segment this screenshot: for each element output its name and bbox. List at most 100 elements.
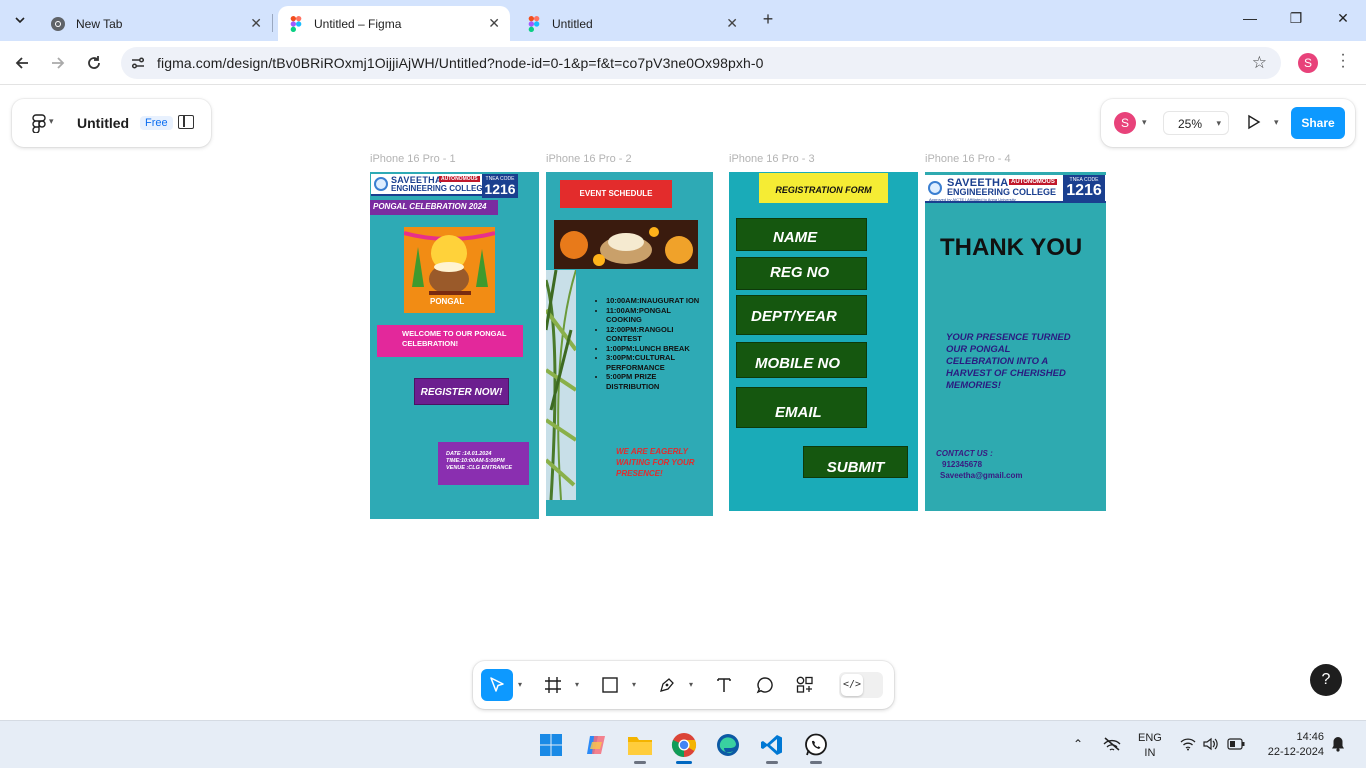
language-line1: ENG bbox=[1138, 732, 1162, 744]
sugarcane-leaves-image bbox=[546, 270, 576, 500]
file-name[interactable]: Untitled bbox=[77, 115, 129, 131]
chevron-down-icon[interactable]: ▾ bbox=[575, 680, 579, 689]
windows-logo-icon bbox=[540, 734, 562, 756]
contact-email: Saveetha@gmail.com bbox=[940, 471, 1023, 480]
wifi-icon[interactable] bbox=[1180, 737, 1196, 754]
figma-menu-icon[interactable] bbox=[29, 113, 49, 133]
browser-profile-avatar[interactable]: S bbox=[1298, 53, 1318, 73]
user-avatar[interactable]: S bbox=[1114, 112, 1136, 134]
email-field[interactable]: EMAIL bbox=[736, 387, 867, 428]
tab-figma-active[interactable]: Untitled – Figma ✕ bbox=[278, 6, 510, 41]
frame-iphone-1[interactable]: SAVEETHA ENGINEERING COLLEGE AUTONOMOUS … bbox=[370, 172, 539, 519]
dept-year-field[interactable]: DEPT/YEAR bbox=[736, 295, 867, 335]
comment-icon bbox=[756, 677, 773, 694]
frame-label-1[interactable]: iPhone 16 Pro - 1 bbox=[370, 153, 456, 165]
name-field[interactable]: NAME bbox=[736, 218, 867, 251]
notification-bell-icon[interactable] bbox=[1331, 736, 1345, 755]
minimize-button[interactable]: — bbox=[1240, 10, 1260, 26]
chevron-down-icon[interactable]: ▾ bbox=[689, 680, 693, 689]
close-window-button[interactable]: ✕ bbox=[1333, 10, 1353, 27]
frame-iphone-2[interactable]: EVENT SCHEDULE 10:00AM:INAUGURAT ION 11:… bbox=[546, 172, 713, 516]
college-logo: SAVEETHA ENGINEERING COLLEGE AUTONOMOUS … bbox=[925, 175, 1106, 203]
pen-tool[interactable] bbox=[651, 669, 683, 701]
present-play-icon[interactable] bbox=[1246, 114, 1262, 130]
network-off-icon[interactable] bbox=[1103, 736, 1121, 755]
clock-time: 14:46 bbox=[1296, 731, 1324, 743]
tab-title: Untitled – Figma bbox=[314, 16, 402, 31]
pongal-banner: PONGAL CELEBRATION 2024 bbox=[370, 200, 498, 215]
chevron-down-icon[interactable]: ▾ bbox=[632, 680, 636, 689]
tnea-code-value: 1216 bbox=[484, 181, 516, 197]
frame-iphone-3[interactable]: REGISTRATION FORM NAME REG NO DEPT/YEAR … bbox=[729, 172, 918, 511]
battery-icon[interactable] bbox=[1227, 738, 1245, 753]
volume-icon[interactable] bbox=[1203, 737, 1219, 754]
bookmark-star-icon[interactable]: ☆ bbox=[1252, 53, 1267, 73]
chevron-down-icon[interactable]: ▾ bbox=[1142, 117, 1147, 128]
language-indicator[interactable]: ENG IN bbox=[1138, 731, 1162, 761]
tab-search-button[interactable] bbox=[8, 8, 32, 32]
arrow-left-icon bbox=[15, 57, 28, 69]
edge-icon bbox=[717, 734, 739, 756]
close-tab-icon[interactable]: ✕ bbox=[488, 15, 500, 32]
chevron-down-icon[interactable]: ▾ bbox=[49, 116, 54, 127]
submit-button[interactable]: SUBMIT bbox=[803, 446, 908, 478]
text-tool[interactable] bbox=[708, 669, 740, 701]
back-button[interactable] bbox=[11, 52, 33, 74]
forward-button[interactable] bbox=[47, 52, 69, 74]
frame-tool[interactable] bbox=[537, 669, 569, 701]
rectangle-icon bbox=[602, 677, 618, 693]
figma-canvas[interactable]: ▾ Untitled Free S ▾ 25% ▾ ▾ Share iPhone… bbox=[0, 86, 1366, 720]
frame-label-2[interactable]: iPhone 16 Pro - 2 bbox=[546, 153, 632, 165]
dev-mode-toggle[interactable]: </> bbox=[839, 672, 883, 698]
plan-badge[interactable]: Free bbox=[140, 116, 173, 130]
comment-tool[interactable] bbox=[749, 669, 781, 701]
clock-date: 22-12-2024 bbox=[1267, 746, 1324, 758]
shape-tool[interactable] bbox=[594, 669, 626, 701]
frame-iphone-4[interactable]: SAVEETHA ENGINEERING COLLEGE AUTONOMOUS … bbox=[925, 172, 1106, 511]
register-now-button[interactable]: REGISTER NOW! bbox=[414, 378, 509, 405]
close-tab-icon[interactable]: ✕ bbox=[250, 15, 262, 32]
chevron-down-icon[interactable]: ▾ bbox=[518, 680, 522, 689]
frame-label-3[interactable]: iPhone 16 Pro - 3 bbox=[729, 153, 815, 165]
approved-line: Approved by AICTE | Affiliated to Anna U… bbox=[929, 197, 1016, 202]
actions-tool[interactable] bbox=[789, 669, 821, 701]
mobile-no-field[interactable]: MOBILE NO bbox=[736, 342, 867, 378]
taskbar-vscode[interactable] bbox=[756, 729, 788, 764]
event-time: TIME:10:00AM-5:00PM bbox=[446, 458, 505, 464]
reg-no-field[interactable]: REG NO bbox=[736, 257, 867, 290]
zoom-dropdown[interactable]: 25% ▾ bbox=[1163, 111, 1229, 135]
taskbar-whatsapp[interactable] bbox=[800, 729, 832, 764]
share-button[interactable]: Share bbox=[1291, 107, 1345, 139]
chevron-up-icon[interactable]: ⌃ bbox=[1073, 737, 1083, 751]
college-seal-icon bbox=[928, 181, 942, 195]
system-clock[interactable]: 14:46 22-12-2024 bbox=[1258, 730, 1324, 760]
sidebar-toggle-icon[interactable] bbox=[178, 115, 194, 129]
new-tab-button[interactable]: + bbox=[758, 9, 778, 29]
presence-message: YOUR PRESENCE TURNED OUR PONGAL CELEBRAT… bbox=[946, 332, 1071, 391]
schedule-item: 12:00PM:RANGOLI CONTEST bbox=[606, 325, 704, 344]
contact-phone: 912345678 bbox=[942, 460, 983, 469]
taskbar-chrome[interactable] bbox=[668, 729, 700, 764]
site-settings-icon[interactable] bbox=[129, 54, 147, 72]
reload-button[interactable] bbox=[83, 52, 105, 74]
restore-button[interactable]: ❐ bbox=[1286, 10, 1306, 27]
figma-toolbar: ▾ ▾ ▾ ▾ </> bbox=[473, 661, 894, 709]
cursor-icon bbox=[490, 677, 504, 692]
close-tab-icon[interactable]: ✕ bbox=[726, 15, 738, 32]
help-button[interactable]: ? bbox=[1310, 664, 1342, 696]
chevron-down-icon: ▾ bbox=[1216, 118, 1221, 128]
address-bar[interactable]: figma.com/design/tBv0BRiROxmj1OijjiAjWH/… bbox=[121, 47, 1281, 79]
browser-menu-icon[interactable]: · · · bbox=[1338, 47, 1348, 75]
tab-new-tab[interactable]: New Tab ✕ bbox=[40, 6, 272, 41]
taskbar-file-explorer[interactable] bbox=[624, 729, 656, 764]
event-schedule-header: EVENT SCHEDULE bbox=[560, 180, 672, 208]
start-button[interactable] bbox=[535, 729, 567, 761]
chevron-down-icon[interactable]: ▾ bbox=[1274, 117, 1279, 128]
taskbar-edge[interactable] bbox=[712, 729, 744, 761]
frame-label-4[interactable]: iPhone 16 Pro - 4 bbox=[925, 153, 1011, 165]
taskbar-copilot[interactable] bbox=[580, 729, 612, 761]
file-panel: ▾ Untitled Free bbox=[12, 99, 211, 147]
eagerly-waiting-text: WE ARE EAGERLY WAITING FOR YOUR PRESENCE… bbox=[616, 447, 695, 478]
move-tool[interactable] bbox=[481, 669, 513, 701]
tab-untitled[interactable]: Untitled ✕ bbox=[516, 6, 748, 41]
